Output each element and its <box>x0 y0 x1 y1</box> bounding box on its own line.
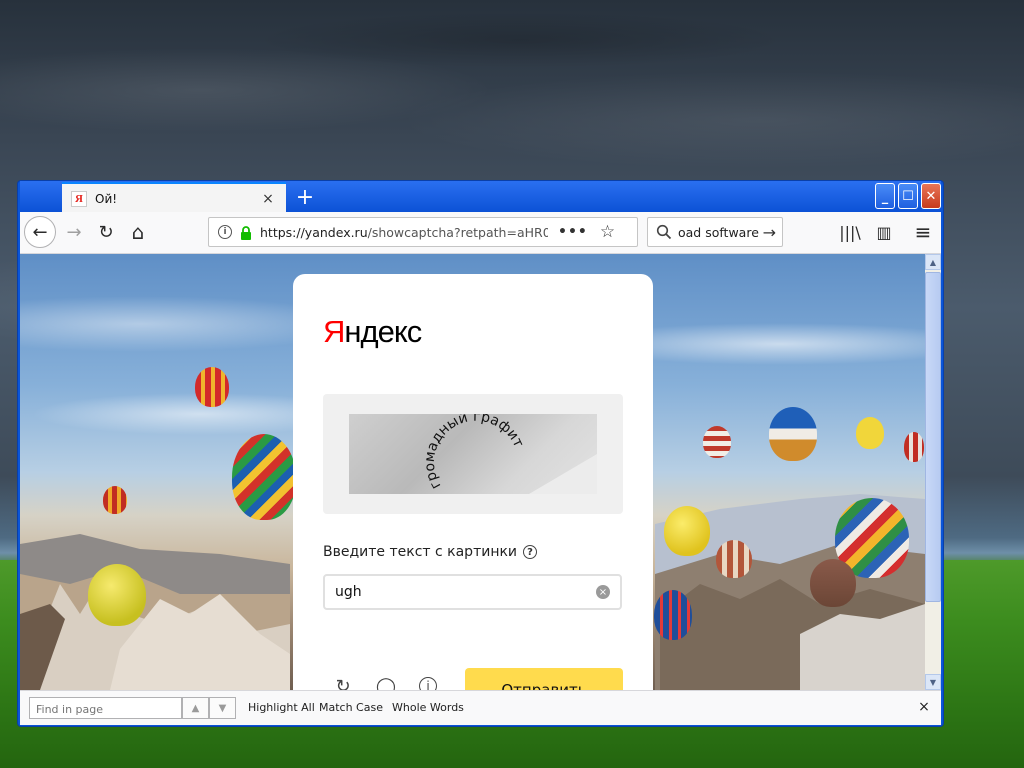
minimize-icon: ▁ <box>881 194 889 204</box>
search-input[interactable]: oad software <box>678 225 763 240</box>
prompt-label: Введите текст с картинки <box>323 544 518 560</box>
lock-icon <box>240 225 252 240</box>
captcha-card: Яндекс громадный графит Введите текст с … <box>293 274 653 690</box>
find-field[interactable] <box>29 697 183 720</box>
find-next-icon[interactable]: ▼ <box>209 697 236 719</box>
help-icon[interactable]: ? <box>523 545 538 559</box>
scroll-up-icon[interactable]: ▲ <box>925 254 941 270</box>
balloon <box>664 506 710 556</box>
balloon <box>810 559 856 607</box>
url-bar[interactable]: i https://yandex.ru/showcaptcha?retpath=… <box>208 217 638 247</box>
url-host: https://yandex.ru <box>260 224 368 240</box>
home-icon: ⌂ <box>131 220 145 244</box>
sidebar-icon[interactable]: ▥ <box>870 218 898 246</box>
info-captcha-icon[interactable]: i <box>416 674 440 690</box>
balloon <box>232 434 296 520</box>
menu-icon[interactable]: ≡ <box>909 218 937 246</box>
search-icon <box>656 224 672 240</box>
match-case-option[interactable]: Match Case <box>319 701 383 714</box>
logo-first-letter: Я <box>323 314 345 349</box>
tab-active[interactable]: Я Ой! × <box>62 182 286 213</box>
info-icon: i <box>419 677 437 690</box>
yandex-logo: Яндекс <box>323 314 422 350</box>
url-text[interactable]: https://yandex.ru/showcaptcha?retpath=aH… <box>260 225 548 240</box>
find-previous-icon[interactable]: ▲ <box>182 697 209 719</box>
tab-bar: Я Ой! × + ▁ ☐ ✕ <box>20 181 941 213</box>
scroll-thumb[interactable] <box>925 272 941 602</box>
browser-window: Я Ой! × + ▁ ☐ ✕ ← → ↻ ⌂ i https://yandex… <box>18 181 943 726</box>
balloon <box>88 564 146 626</box>
back-arrow-icon: ← <box>32 221 48 243</box>
captcha-image: громадный графит <box>349 414 597 494</box>
svg-text:громадный графит: громадный графит <box>422 414 527 492</box>
site-info-icon[interactable]: i <box>218 225 232 239</box>
maximize-button[interactable]: ☐ <box>898 183 918 209</box>
captcha-image-frame: громадный графит <box>323 394 623 514</box>
captcha-answer-input[interactable] <box>333 583 587 601</box>
scroll-down-icon[interactable]: ▼ <box>925 674 941 690</box>
captcha-text: громадный графит <box>422 414 527 492</box>
logo-rest: ндекс <box>344 314 422 349</box>
balloon <box>654 590 692 640</box>
tab-close-icon[interactable]: × <box>260 191 276 207</box>
new-tab-button[interactable]: + <box>292 184 318 210</box>
balloon <box>103 486 127 514</box>
submit-button[interactable]: Отправить <box>465 668 623 690</box>
library-icon[interactable]: |||\ <box>836 218 864 246</box>
bookmark-star-icon[interactable]: ☆ <box>600 222 615 242</box>
forward-arrow-icon: → <box>66 221 82 243</box>
close-icon: ✕ <box>925 188 937 204</box>
minimize-button[interactable]: ▁ <box>875 183 895 209</box>
home-button[interactable]: ⌂ <box>122 216 154 248</box>
captcha-prompt: Введите текст с картинки ? <box>323 544 538 560</box>
audio-captcha-icon[interactable]: ◯ <box>374 674 398 691</box>
refresh-captcha-icon[interactable]: ↻ <box>331 674 355 691</box>
search-go-icon[interactable]: → <box>763 223 776 242</box>
reload-icon: ↻ <box>98 221 114 243</box>
close-window-button[interactable]: ✕ <box>921 183 941 209</box>
tab-title: Ой! <box>95 191 118 206</box>
forward-button[interactable]: → <box>58 216 90 248</box>
whole-words-option[interactable]: Whole Words <box>392 701 464 714</box>
vertical-scrollbar[interactable]: ▲ ▼ <box>925 254 941 690</box>
yandex-favicon-icon: Я <box>71 190 87 207</box>
url-path: /showcaptcha?retpath=aHR0cHM <box>367 224 548 240</box>
page-content: Яндекс громадный графит Введите текст с … <box>20 254 925 690</box>
balloon <box>703 426 731 458</box>
reload-button[interactable]: ↻ <box>90 216 122 248</box>
maximize-icon: ☐ <box>902 188 914 204</box>
find-input[interactable] <box>34 699 183 720</box>
find-bar: ▲ ▼ Highlight All Match Case Whole Words… <box>20 690 941 725</box>
balloon <box>904 432 924 462</box>
captcha-answer-field[interactable]: × <box>323 574 622 610</box>
find-close-icon[interactable]: × <box>915 698 933 716</box>
search-bar[interactable]: oad software → <box>647 217 783 247</box>
balloon <box>856 417 884 449</box>
navigation-toolbar: ← → ↻ ⌂ i https://yandex.ru/showcaptcha?… <box>20 212 941 254</box>
highlight-all-option[interactable]: Highlight All <box>248 701 315 714</box>
balloon <box>769 407 817 461</box>
clear-input-icon[interactable]: × <box>596 585 610 599</box>
back-button[interactable]: ← <box>24 216 56 248</box>
balloon <box>716 540 752 578</box>
balloon <box>195 367 229 407</box>
page-actions-icon[interactable]: ••• <box>558 224 588 240</box>
